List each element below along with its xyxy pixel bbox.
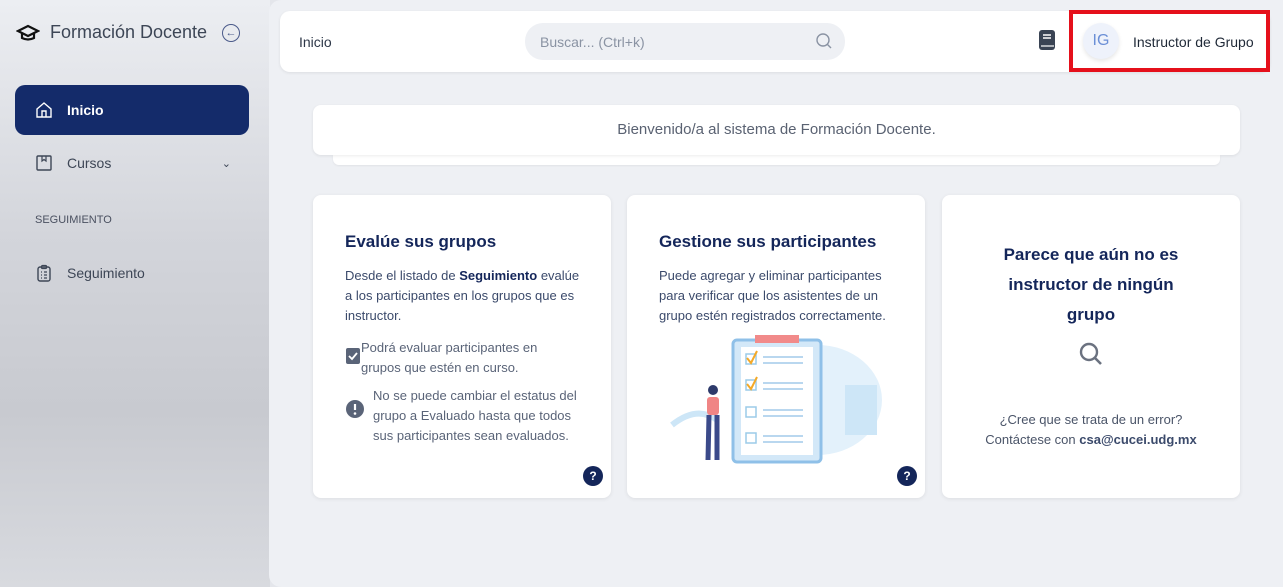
sidebar: Formación Docente ← Inicio Cursos ⌄ SEGU… [0, 0, 270, 587]
book-icon[interactable] [1038, 29, 1056, 51]
card-no-groups: Parece que aún no es instructor de ningú… [942, 195, 1240, 498]
welcome-banner: Bienvenido/a al sistema de Formación Doc… [313, 105, 1240, 155]
user-name[interactable]: Instructor de Grupo [1133, 34, 1254, 50]
clipboard-check-icon [346, 348, 360, 364]
contact-email[interactable]: csa@cucei.udg.mx [1079, 432, 1196, 447]
sidebar-item-label: Cursos [67, 155, 112, 171]
chevron-down-icon: ⌄ [221, 157, 231, 170]
home-icon [36, 102, 52, 118]
alert-circle-icon [346, 400, 364, 418]
top-bar: Inicio Buscar... (Ctrl+k) IG Instructor … [280, 11, 1270, 72]
breadcrumb[interactable]: Inicio [299, 34, 332, 50]
bullet-item: Podrá evaluar participantes en grupos qu… [345, 338, 565, 378]
arrow-left-icon: ← [225, 27, 237, 39]
help-button[interactable]: ? [897, 466, 917, 486]
card-title: Gestione sus participantes [659, 232, 877, 251]
search-input[interactable]: Buscar... (Ctrl+k) [525, 23, 845, 60]
seguimiento-link: Seguimiento [459, 268, 538, 283]
card-title: Parece que aún no es instructor de ningú… [1003, 245, 1179, 324]
clipboard-list-icon [37, 264, 51, 282]
error-contact: ¿Cree que se trata de un error? Contácte… [942, 410, 1240, 450]
card-evaluate-groups: Evalúe sus grupos Desde el listado de Se… [313, 195, 611, 498]
brand-title: Formación Docente [50, 22, 208, 42]
search-icon [1079, 342, 1102, 365]
graduation-cap-icon [16, 24, 40, 41]
bookmark-book-icon [36, 155, 52, 171]
card-text: Puede agregar y eliminar participantes p… [659, 268, 886, 323]
sidebar-item-label: Seguimiento [67, 265, 145, 281]
search-icon [816, 33, 832, 49]
sidebar-section-label: SEGUIMIENTO [35, 214, 112, 226]
brand: Formación Docente [16, 22, 207, 43]
bullet-item: No se puede cambiar el estatus del grupo… [345, 386, 580, 446]
clipboard-illustration [670, 335, 882, 464]
sidebar-item-cursos[interactable]: Cursos ⌄ [15, 138, 249, 188]
collapse-sidebar-button[interactable]: ← [222, 24, 240, 42]
card-manage-participants: Gestione sus participantes Puede agregar… [627, 195, 925, 498]
error-question: ¿Cree que se trata de un error? [999, 412, 1183, 427]
sidebar-item-seguimiento[interactable]: Seguimiento [15, 248, 249, 298]
sidebar-item-inicio[interactable]: Inicio [15, 85, 249, 135]
contact-text: Contáctese con [985, 432, 1080, 447]
text: Desde el listado de [345, 268, 460, 283]
bullet-text: No se puede cambiar el estatus del grupo… [373, 388, 577, 443]
sidebar-item-label: Inicio [67, 102, 104, 118]
bullet-text: Podrá evaluar participantes en grupos qu… [361, 340, 538, 375]
welcome-shadow [333, 155, 1220, 165]
avatar[interactable]: IG [1083, 23, 1119, 59]
search-placeholder: Buscar... (Ctrl+k) [540, 33, 645, 50]
card-title: Evalúe sus grupos [345, 232, 497, 251]
help-button[interactable]: ? [583, 466, 603, 486]
card-text: Desde el listado de Seguimiento evalúe a… [345, 266, 585, 326]
